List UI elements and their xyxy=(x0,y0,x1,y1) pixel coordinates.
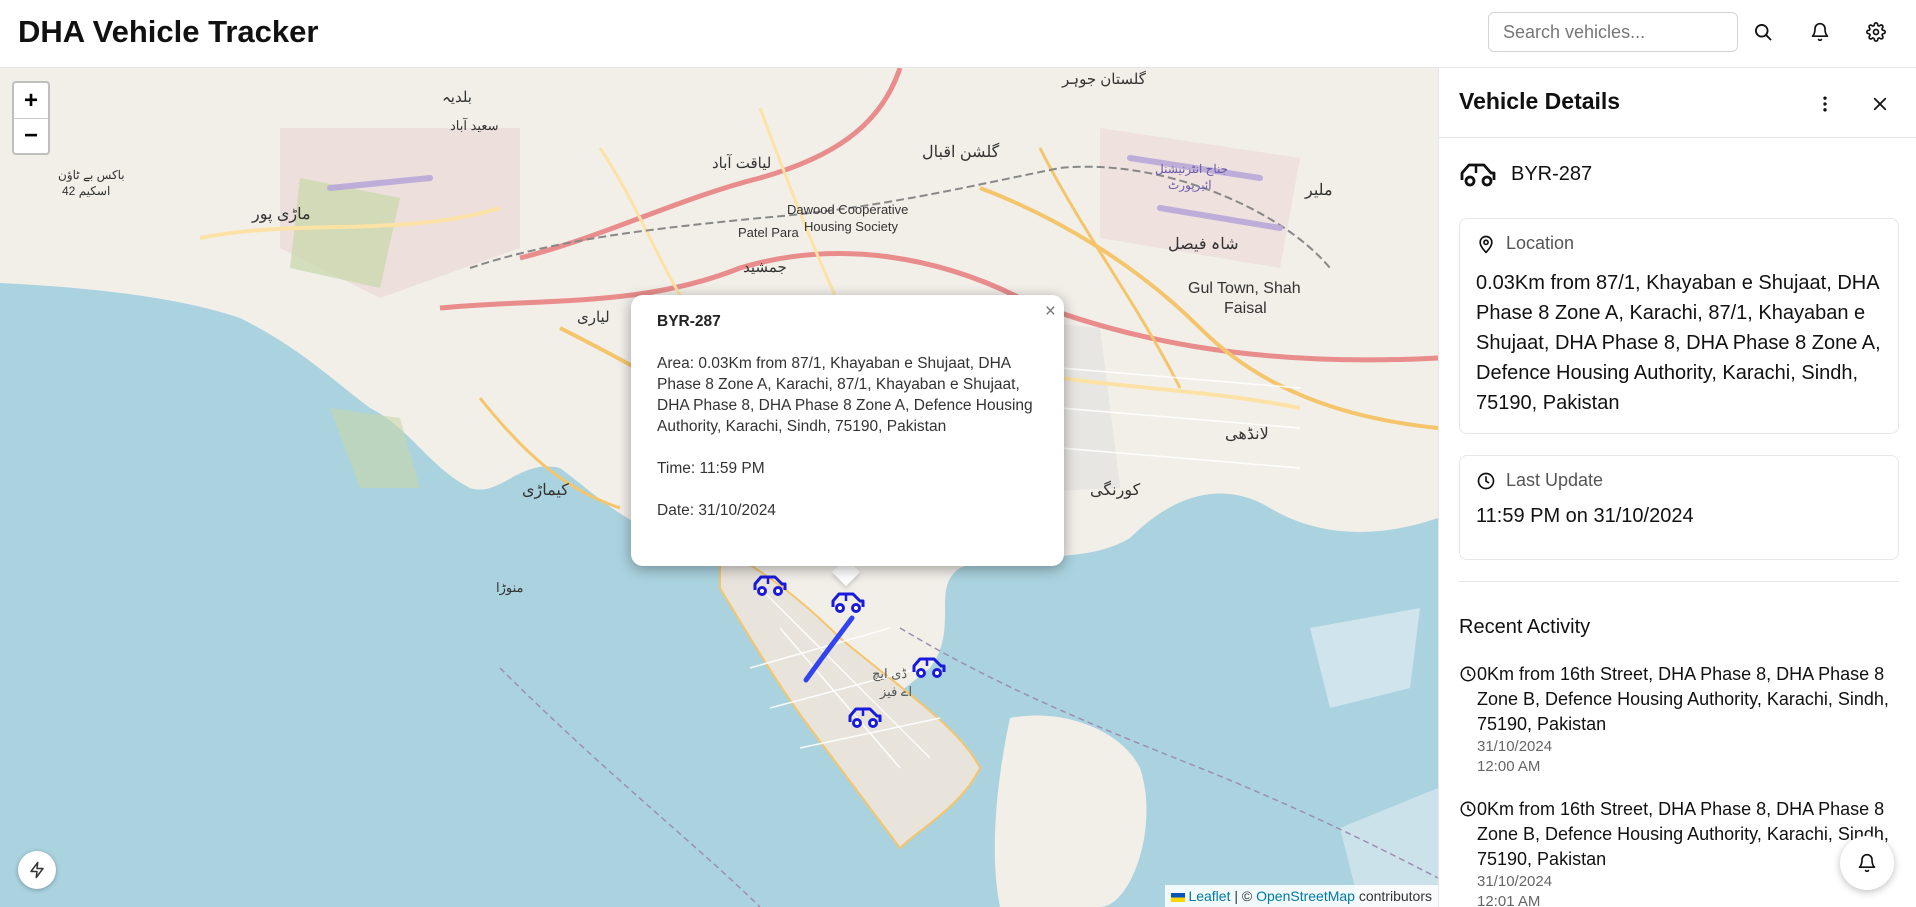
panel-title: Vehicle Details xyxy=(1459,88,1621,114)
search-input[interactable] xyxy=(1488,12,1738,52)
place-label: لانڈھی xyxy=(1225,426,1269,443)
app-header: DHA Vehicle Tracker xyxy=(0,0,1916,68)
popup-area: Area: 0.03Km from 87/1, Khayaban e Shuja… xyxy=(657,355,1033,435)
popup-time: Time: 11:59 PM xyxy=(657,460,765,477)
place-label: Housing Society xyxy=(804,219,898,234)
clock-icon xyxy=(1460,801,1476,817)
activity-text: 0Km from 16th Street, DHA Phase 8, DHA P… xyxy=(1477,664,1889,734)
gear-icon[interactable] xyxy=(1860,16,1892,48)
place-label: لیاقت آباد xyxy=(712,155,772,172)
zoom-out-button[interactable]: − xyxy=(14,118,48,153)
location-label: Location xyxy=(1506,233,1575,253)
bell-icon[interactable] xyxy=(1804,16,1836,48)
ukraine-flag-icon xyxy=(1170,893,1185,902)
location-card: Location 0.03Km from 87/1, Khayaban e Sh… xyxy=(1459,218,1899,434)
activity-date: 31/10/2024 xyxy=(1477,738,1553,755)
popup-close-button[interactable]: × xyxy=(1045,301,1056,322)
place-label: سعید آباد xyxy=(450,118,499,133)
activity-item[interactable]: 0Km from 16th Street, DHA Phase 8, DHA P… xyxy=(1459,797,1899,907)
vehicle-details-panel: Vehicle Details BYR-287 Location 0.03Km … xyxy=(1438,68,1916,907)
zoom-in-button[interactable]: + xyxy=(14,83,48,118)
app-title: DHA Vehicle Tracker xyxy=(18,14,319,49)
last-update-card: Last Update 11:59 PM on 31/10/2024 xyxy=(1459,455,1899,560)
place-label: ملیر xyxy=(1305,182,1333,199)
place-label: گلستان جوہر xyxy=(1062,71,1146,88)
vehicle-row: BYR-287 xyxy=(1459,160,1592,188)
place-label: ڈی ایچ xyxy=(872,666,908,681)
vehicle-marker-car-icon[interactable] xyxy=(847,704,883,730)
vehicle-marker-car-icon[interactable] xyxy=(752,572,788,598)
activity-time: 12:00 AM xyxy=(1477,758,1541,775)
location-value: 0.03Km from 87/1, Khayaban e Shujaat, DH… xyxy=(1476,272,1881,414)
vehicle-name: BYR-287 xyxy=(1511,162,1593,185)
vehicle-marker-car-icon[interactable] xyxy=(911,654,947,680)
close-icon[interactable] xyxy=(1864,88,1896,120)
place-label: کورنگی xyxy=(1090,482,1141,499)
search-icon[interactable] xyxy=(1747,16,1779,48)
place-label: Gul Town, Shah xyxy=(1188,280,1301,297)
map-attribution: Leaflet | © OpenStreetMap contributors xyxy=(1164,885,1438,907)
activity-date: 31/10/2024 xyxy=(1477,873,1553,890)
activity-item[interactable]: 0Km from 16th Street, DHA Phase 8, DHA P… xyxy=(1459,662,1899,777)
popup-date: Date: 31/10/2024 xyxy=(657,502,776,519)
place-label: شاہ فیصل xyxy=(1168,236,1239,253)
last-update-label: Last Update xyxy=(1506,470,1604,490)
vehicle-marker-car-icon[interactable] xyxy=(830,589,866,615)
place-label: کیماڑی xyxy=(522,482,569,499)
last-update-value: 11:59 PM on 31/10/2024 xyxy=(1476,505,1694,527)
place-label: بلدیہ xyxy=(442,89,472,106)
divider xyxy=(1459,581,1899,582)
flash-icon[interactable] xyxy=(18,851,56,889)
place-label: اے فیز xyxy=(880,684,913,699)
activity-time: 12:01 AM xyxy=(1477,893,1541,907)
attribution-suffix: contributors xyxy=(1358,888,1432,904)
zoom-control: + − xyxy=(12,81,50,155)
place-label: باکس بے ٹاؤن xyxy=(58,168,125,182)
recent-activity-title: Recent Activity xyxy=(1459,616,1591,638)
place-label: Patel Para xyxy=(738,225,799,240)
activity-text: 0Km from 16th Street, DHA Phase 8, DHA P… xyxy=(1477,799,1889,869)
place-label: گلشن اقبال xyxy=(922,144,1000,161)
panel-header: Vehicle Details xyxy=(1439,68,1916,138)
place-label: Dawood Cooperative xyxy=(787,202,909,217)
notification-bell-icon[interactable] xyxy=(1840,836,1894,890)
place-label: جمشید xyxy=(743,259,787,276)
map-pin-icon xyxy=(1479,235,1493,253)
leaflet-link[interactable]: Leaflet xyxy=(1188,888,1230,904)
clock-icon xyxy=(1460,666,1476,682)
more-vertical-icon[interactable] xyxy=(1809,88,1841,120)
clock-icon xyxy=(1477,472,1495,489)
place-label: لیاری xyxy=(577,309,610,326)
place-label: اسکیم 42 xyxy=(62,184,111,198)
map-view[interactable]: Dawood Cooperative Housing Society Patel… xyxy=(0,68,1438,907)
place-label: ائیرپورٹ xyxy=(1168,178,1212,192)
popup-title: BYR-287 xyxy=(657,313,721,330)
place-label: جناح انٹرنیشنل xyxy=(1155,162,1229,176)
osm-link[interactable]: OpenStreetMap xyxy=(1256,888,1355,904)
car-icon xyxy=(1460,163,1496,187)
attribution-sep: | © xyxy=(1234,888,1253,904)
place-label: Faisal xyxy=(1224,300,1267,317)
place-label: منوڑا xyxy=(496,580,524,595)
place-label: ماڑی پور xyxy=(252,206,311,223)
vehicle-popup: × BYR-287 Area: 0.03Km from 87/1, Khayab… xyxy=(631,295,1064,566)
